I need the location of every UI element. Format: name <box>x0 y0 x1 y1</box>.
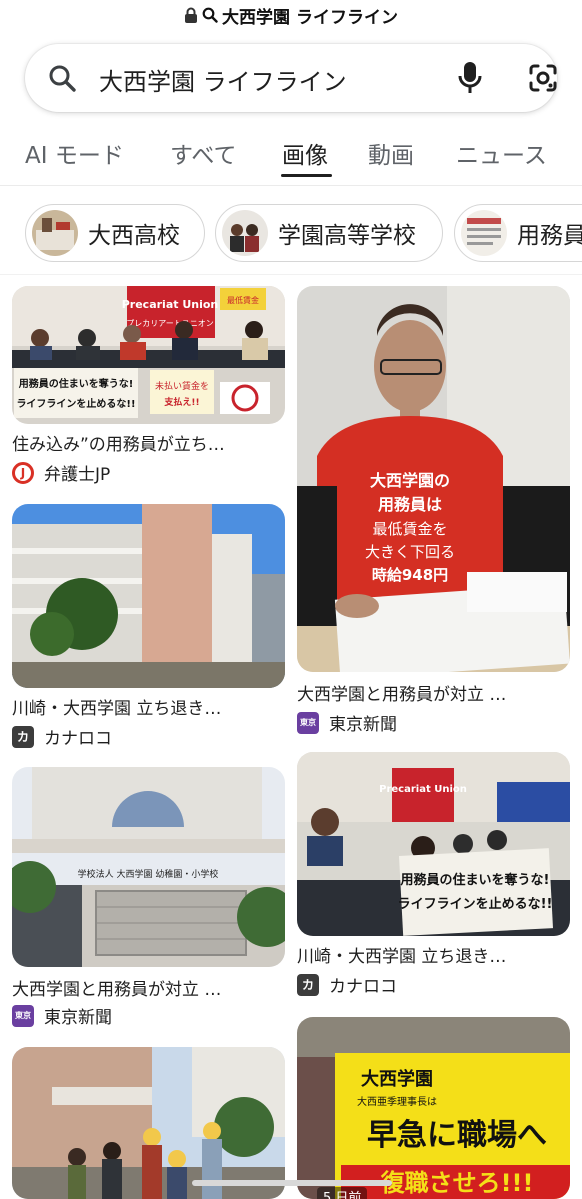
result-caption[interactable]: 住み込み”の用務員が立ち… <box>12 430 285 455</box>
source-name: カナロコ <box>44 729 112 749</box>
result-image[interactable]: 大西学園 大西亜季理事長は 早急に職場へ 復職させろ!!! <box>297 1017 570 1199</box>
tab-news[interactable]: ニュース <box>456 136 547 170</box>
result-image[interactable]: 学校法人 大西学園 幼稚園・小学校 <box>12 767 285 967</box>
poster-text: 最低賃金 <box>227 295 259 305</box>
result-source[interactable]: カ カナロコ <box>297 972 397 997</box>
shirt-line-4: 大きく下回る <box>365 543 455 561</box>
result-image[interactable] <box>12 504 285 688</box>
banner-subtext: プレカリアートユニオン <box>126 319 214 328</box>
camera-lens-icon[interactable] <box>528 63 558 93</box>
kanaloco-logo-icon: カ <box>297 973 319 996</box>
image-result[interactable]: Precariat Union 用務員の住まいを奪うな! ライフラインを止めるな… <box>297 752 570 998</box>
result-source[interactable]: 東京 東京新聞 <box>297 710 397 735</box>
source-name: 東京新聞 <box>44 1008 112 1028</box>
search-box[interactable]: 大西学園 ライフライン <box>25 44 557 112</box>
shirt-line-5: 時給948円 <box>372 566 448 584</box>
tokyo-shimbun-logo-icon: 東京 <box>12 1004 34 1027</box>
sign-small-2: 支払え!! <box>163 396 199 408</box>
shirt-line-3: 最低賃金を <box>372 520 447 538</box>
result-image[interactable]: Precariat Union 用務員の住まいを奪うな! ライフラインを止めるな… <box>297 752 570 936</box>
address-text: 大西学園 ライフライン <box>222 7 398 28</box>
search-tabs: AI モード すべて 画像 動画 ニュース <box>0 120 582 186</box>
chip-thumbnail <box>461 210 507 256</box>
image-result[interactable]: 学校法人 大西学園 幼稚園・小学校 大西学園と用務員が対立 … 東京 東京新聞 <box>12 767 285 1028</box>
search-icon <box>202 7 218 23</box>
banner-text: Precariat Union <box>122 298 219 311</box>
sign-line-1: 用務員の住まいを奪うな! <box>18 377 134 390</box>
chip-gakuen-high[interactable]: 学園高等学校 <box>215 204 443 262</box>
banner-text: Precariat Union <box>379 784 467 795</box>
chip-thumbnail <box>32 210 78 256</box>
result-caption[interactable]: 大西学園と用務員が対立 … <box>12 975 285 1000</box>
tab-all[interactable]: すべて <box>170 136 236 170</box>
divider <box>0 274 582 275</box>
source-name: カナロコ <box>329 977 397 997</box>
timestamp-badge: 5 日前 <box>317 1187 368 1199</box>
address-bar[interactable]: 大西学園 ライフライン <box>0 0 582 30</box>
tokyo-shimbun-logo-icon: 東京 <box>297 711 319 734</box>
image-result[interactable]: 川崎・大西学園 立ち退き… カ カナロコ <box>12 504 285 750</box>
result-image[interactable]: 大西学園の 用務員は 最低賃金を 大きく下回る 時給948円 <box>297 286 570 672</box>
sign-main: 早急に職場へ <box>367 1118 547 1153</box>
chip-label: 学園高等学校 <box>278 223 416 249</box>
result-source[interactable]: カ カナロコ <box>12 724 112 749</box>
image-result[interactable]: 大西学園の 用務員は 最低賃金を 大きく下回る 時給948円 大西学園と用務員が… <box>297 286 570 736</box>
shirt-line-1: 大西学園の <box>370 471 450 490</box>
result-caption[interactable]: 川崎・大西学園 立ち退き… <box>12 694 285 719</box>
sign-line-2: ライフラインを止めるな!! <box>16 397 135 410</box>
chip-label: 大西高校 <box>88 223 180 249</box>
active-tab-indicator <box>281 174 332 177</box>
search-icon[interactable] <box>47 63 77 93</box>
school-name-sign: 学校法人 大西学園 幼稚園・小学校 <box>78 868 219 880</box>
chip-thumbnail <box>222 210 268 256</box>
kanaloco-logo-icon: カ <box>12 725 34 748</box>
sign-line-1: 用務員の住まいを奪うな! <box>400 872 550 888</box>
result-image[interactable] <box>12 1047 285 1199</box>
related-chips: 大西高校 学園高等学校 用務員 <box>0 204 582 266</box>
image-result[interactable]: 大西学園 大西亜季理事長は 早急に職場へ 復職させろ!!! 5 日前 <box>297 1017 570 1199</box>
result-image[interactable]: Precariat Union プレカリアートユニオン 最低賃金 用務員の住まい… <box>12 286 285 424</box>
result-caption[interactable]: 大西学園と用務員が対立 … <box>297 680 570 705</box>
chip-label: 用務員 <box>517 223 582 249</box>
tab-images[interactable]: 画像 <box>282 136 328 170</box>
tab-videos[interactable]: 動画 <box>368 136 414 170</box>
source-name: 弁護士JP <box>44 465 111 485</box>
sign-line-2: ライフラインを止めるな!! <box>398 896 553 912</box>
chip-yomuin[interactable]: 用務員 <box>454 204 582 262</box>
source-name: 東京新聞 <box>329 715 397 735</box>
sign-small-1: 未払い賃金を <box>155 380 209 392</box>
result-source[interactable]: 東京 東京新聞 <box>12 1003 112 1028</box>
sign-title: 大西学園 <box>361 1068 433 1090</box>
lock-icon <box>185 7 198 23</box>
tab-ai-mode[interactable]: AI モード <box>25 136 124 170</box>
home-indicator[interactable] <box>192 1180 392 1186</box>
search-input[interactable]: 大西学園 ライフライン <box>99 62 417 97</box>
image-result[interactable] <box>12 1047 285 1199</box>
shirt-line-2: 用務員は <box>378 495 442 514</box>
result-source[interactable]: J 弁護士JP <box>12 460 110 485</box>
sign-bottom: 復職させろ!!! <box>380 1169 534 1197</box>
sign-subtitle: 大西亜季理事長は <box>357 1095 437 1108</box>
chip-onishi-high[interactable]: 大西高校 <box>25 204 205 262</box>
result-caption[interactable]: 川崎・大西学園 立ち退き… <box>297 942 570 967</box>
bengoshi-jp-logo-icon: J <box>12 461 34 484</box>
image-result[interactable]: Precariat Union プレカリアートユニオン 最低賃金 用務員の住まい… <box>12 286 285 486</box>
mic-icon[interactable] <box>457 60 483 96</box>
